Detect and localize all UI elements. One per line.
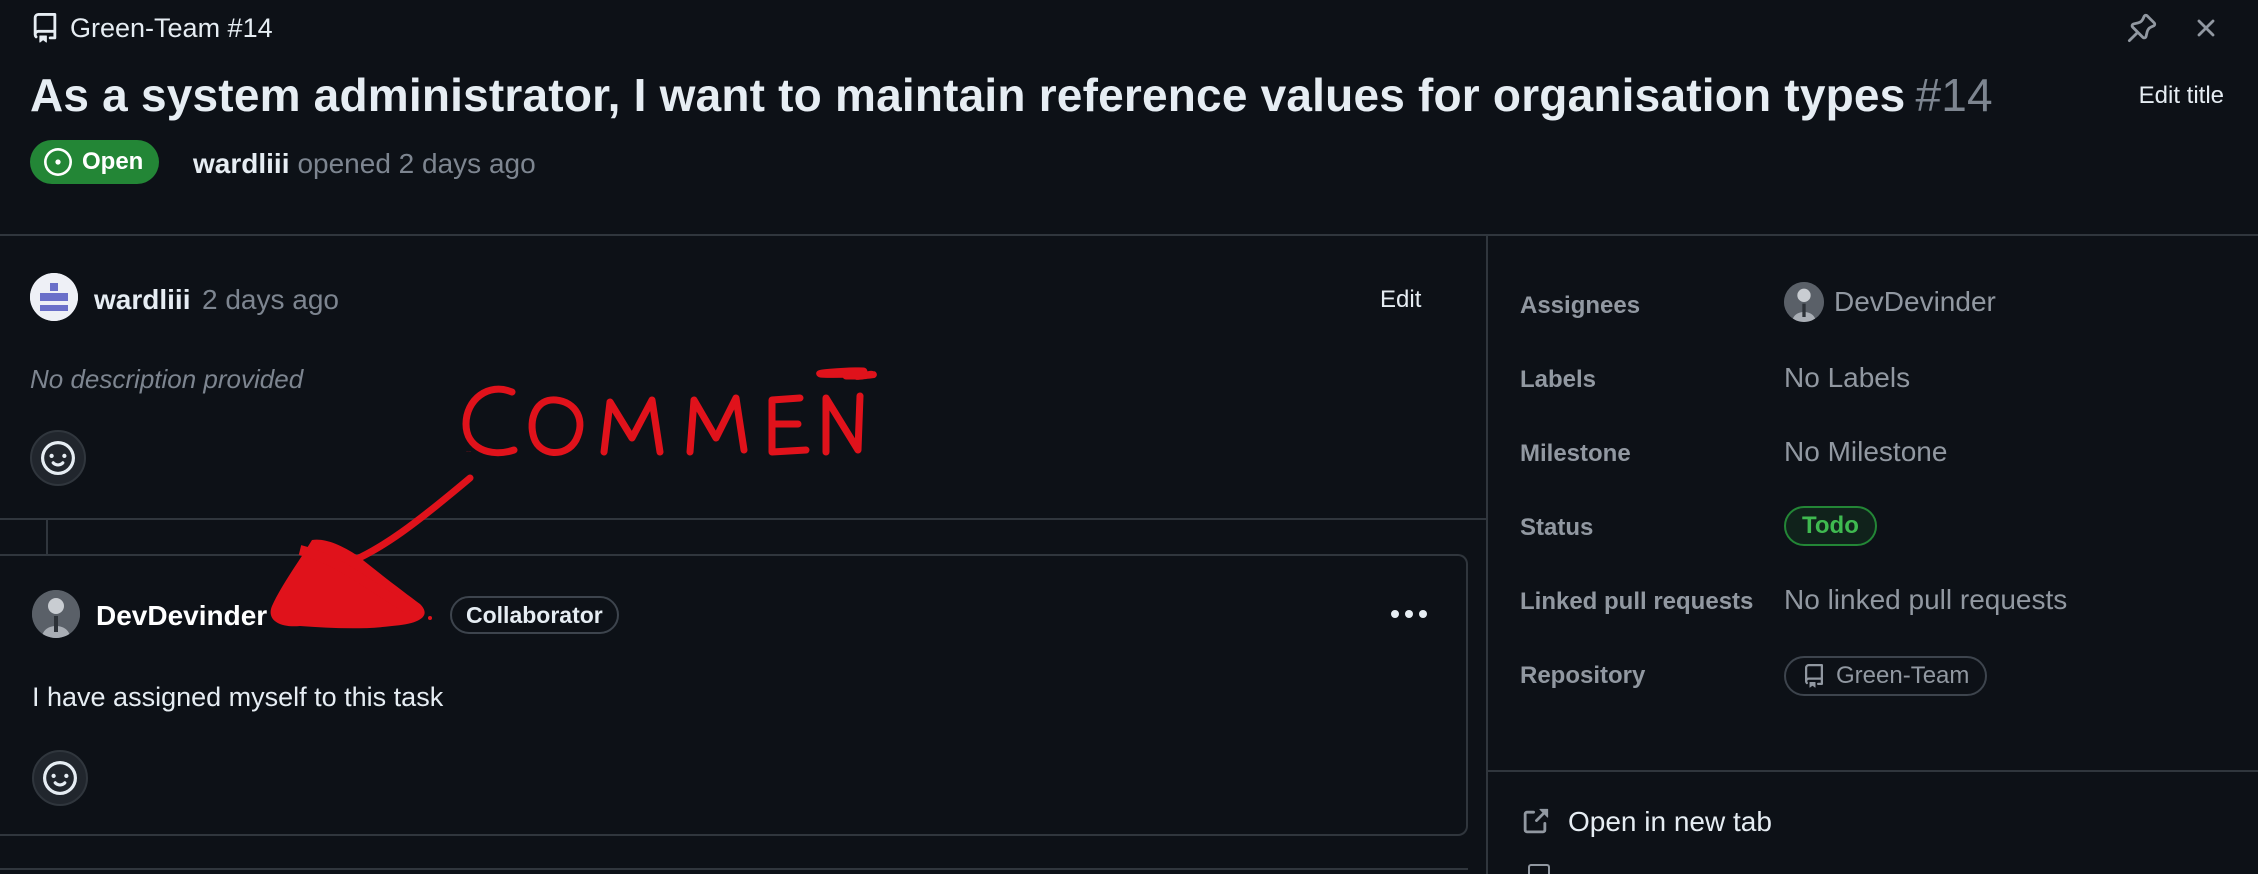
avatar[interactable]	[32, 590, 80, 638]
sidebar-section-divider	[1488, 770, 2258, 772]
repository-label: Repository	[1520, 662, 1646, 689]
pin-icon	[2127, 13, 2157, 43]
status-label: Status	[1520, 514, 1594, 541]
status-todo-badge[interactable]: Todo	[1784, 506, 1877, 546]
repo-icon	[33, 13, 57, 43]
linked-pr-value[interactable]: No linked pull requests	[1784, 584, 2067, 616]
annotation-label: COMMENT	[466, 451, 472, 453]
smiley-icon	[43, 761, 77, 795]
comment-body: I have assigned myself to this task	[32, 682, 444, 712]
open-in-new-tab-link[interactable]: Open in new tab	[1520, 802, 1772, 842]
labels-label: Labels	[1520, 366, 1597, 393]
partial-icon	[1528, 864, 1550, 874]
avatar	[1784, 282, 1824, 322]
issue-title: As a system administrator, I want to mai…	[30, 68, 1993, 122]
comment-author[interactable]: wardliii	[94, 284, 190, 316]
repo-icon	[1805, 664, 1823, 688]
milestone-value[interactable]: No Milestone	[1784, 436, 1947, 468]
sidebar-divider	[1486, 236, 1488, 874]
issue-open-icon	[44, 148, 72, 176]
opened-text: opened 2 days ago	[297, 148, 536, 179]
comment-options-button[interactable]	[1384, 596, 1434, 632]
assignee-item[interactable]: DevDevinder	[1784, 282, 1996, 322]
smiley-icon	[41, 441, 75, 475]
issue-title-text: As a system administrator, I want to mai…	[30, 69, 1906, 121]
labels-value[interactable]: No Labels	[1784, 362, 1910, 394]
status-badge-open: Open	[30, 140, 160, 184]
issue-number: #14	[1915, 69, 1993, 121]
comment-timestamp[interactable]: 2 days ago	[202, 284, 339, 316]
edit-title-button[interactable]: Edit title	[2139, 82, 2224, 110]
timeline-connector	[46, 520, 48, 554]
kebab-horizontal-icon	[1391, 610, 1427, 618]
assignee-name: DevDevinder	[1834, 286, 1996, 317]
edit-comment-button[interactable]: Edit	[1380, 286, 1421, 314]
next-item-border	[0, 868, 1468, 870]
opened-meta: wardliii opened 2 days ago	[193, 148, 536, 180]
pin-button[interactable]	[2122, 8, 2162, 48]
linked-pr-label: Linked pull requests	[1520, 588, 1754, 615]
comment-author[interactable]: DevDevinder	[96, 600, 267, 632]
close-icon	[2197, 19, 2215, 37]
repository-name: Green-Team	[1836, 662, 1970, 689]
open-in-new-tab-label: Open in new tab	[1568, 806, 1772, 837]
milestone-label: Milestone	[1520, 440, 1631, 467]
repository-pill[interactable]: Green-Team	[1784, 656, 1988, 696]
opened-by-link[interactable]: wardliii	[193, 148, 289, 179]
annotation-text: COMMENT	[466, 451, 472, 453]
repo-breadcrumb[interactable]: Green-Team #14	[30, 10, 273, 46]
add-reaction-button[interactable]	[30, 430, 86, 486]
role-badge: Collaborator	[450, 596, 619, 634]
comment-separator	[0, 518, 1486, 520]
status-badge-label: Open	[82, 148, 144, 175]
comment-body: No description provided	[30, 364, 304, 394]
link-external-icon	[1523, 808, 1549, 834]
add-reaction-button[interactable]	[32, 750, 88, 806]
avatar[interactable]	[30, 273, 78, 321]
header-divider	[0, 234, 2258, 236]
close-button[interactable]	[2186, 8, 2226, 48]
assignees-label: Assignees	[1520, 292, 1641, 319]
repo-ref-text: Green-Team #14	[70, 12, 273, 43]
